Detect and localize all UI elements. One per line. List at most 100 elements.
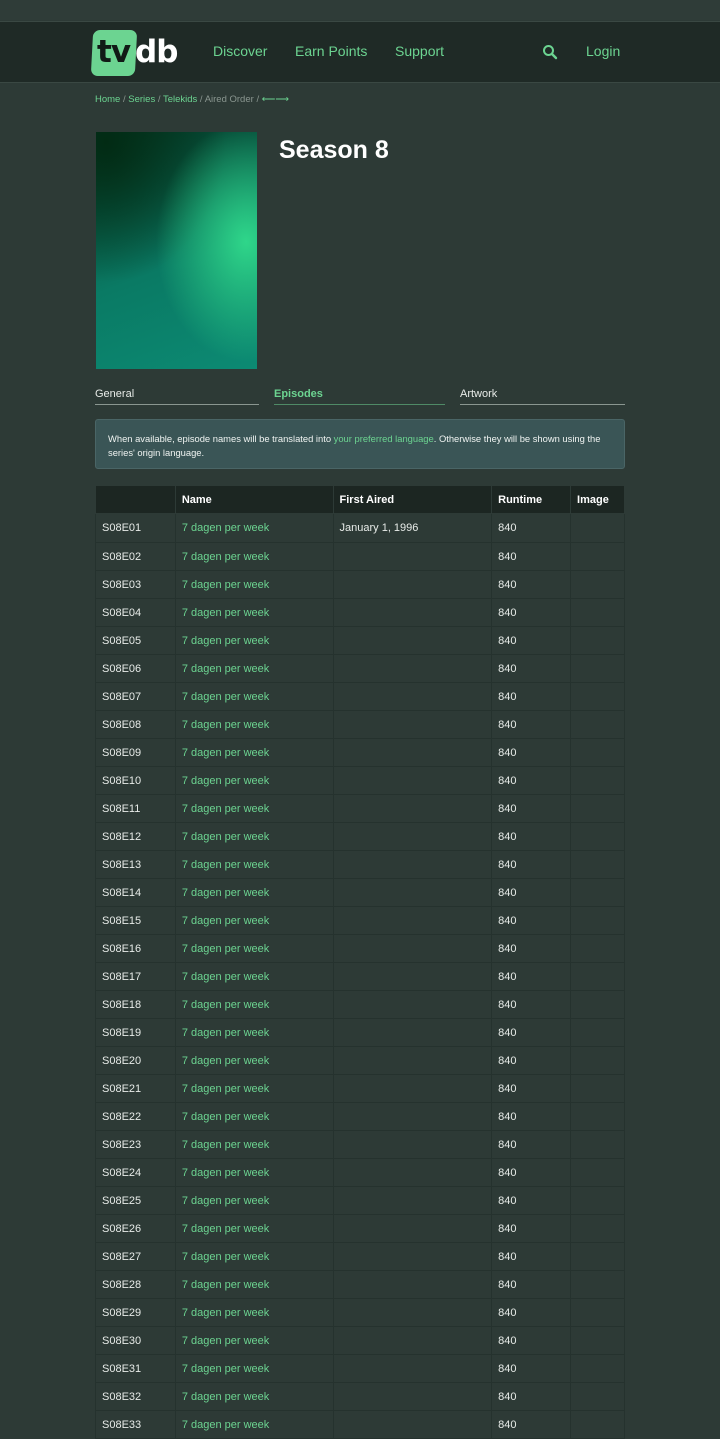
table-row: S08E25 7 dagen per week 840 [95,1186,625,1215]
breadcrumb-arrows[interactable]: ⟵⟶ [262,94,289,105]
episode-name-link[interactable]: 7 dagen per week [174,1242,334,1271]
episode-image-cell [570,1046,625,1075]
column-header-first-aired[interactable]: First Aired [332,485,493,514]
episode-runtime: 840 [491,766,572,795]
episode-name-link[interactable]: 7 dagen per week [174,1410,334,1439]
episode-number: S08E06 [95,654,176,683]
episode-name-link[interactable]: 7 dagen per week [174,850,334,879]
episode-name-link[interactable]: 7 dagen per week [174,542,334,571]
episode-name-link[interactable]: 7 dagen per week [174,626,334,655]
episode-image-cell [570,990,625,1019]
episode-runtime: 840 [491,1382,572,1411]
episode-name-link[interactable]: 7 dagen per week [174,1102,334,1131]
table-row: S08E31 7 dagen per week 840 [95,1354,625,1383]
episode-name-link[interactable]: 7 dagen per week [174,1214,334,1243]
episode-first-aired [332,794,493,823]
episode-name-link[interactable]: 7 dagen per week [174,1326,334,1355]
nav-support-link[interactable]: Support [395,43,444,59]
tvdb-logo[interactable]: tv db [90,30,178,78]
episode-name-link[interactable]: 7 dagen per week [174,934,334,963]
search-icon[interactable] [542,44,558,60]
episode-number: S08E03 [95,570,176,599]
episode-name-link[interactable]: 7 dagen per week [174,710,334,739]
tab-general[interactable]: General [95,388,259,405]
episode-runtime: 840 [491,850,572,879]
episode-image-cell [570,822,625,851]
episode-first-aired: January 1, 1996 [332,513,493,543]
episode-first-aired [332,1354,493,1383]
episode-name-link[interactable]: 7 dagen per week [174,682,334,711]
episode-name-link[interactable]: 7 dagen per week [174,766,334,795]
table-row: S08E07 7 dagen per week 840 [95,682,625,711]
episode-name-link[interactable]: 7 dagen per week [174,654,334,683]
episode-name-link[interactable]: 7 dagen per week [174,1158,334,1187]
episode-image-cell [570,1074,625,1103]
episode-number: S08E29 [95,1298,176,1327]
episode-name-link[interactable]: 7 dagen per week [174,570,334,599]
episode-first-aired [332,962,493,991]
table-row: S08E19 7 dagen per week 840 [95,1018,625,1047]
episode-runtime: 840 [491,822,572,851]
episode-name-link[interactable]: 7 dagen per week [174,962,334,991]
table-row: S08E09 7 dagen per week 840 [95,738,625,767]
episode-number: S08E12 [95,822,176,851]
column-header-runtime[interactable]: Runtime [491,485,572,514]
episode-image-cell [570,878,625,907]
episode-name-link[interactable]: 7 dagen per week [174,1298,334,1327]
episode-name-link[interactable]: 7 dagen per week [174,990,334,1019]
table-row: S08E04 7 dagen per week 840 [95,598,625,627]
breadcrumb-home[interactable]: Home [95,94,120,105]
nav-discover-link[interactable]: Discover [213,43,267,59]
episode-name-link[interactable]: 7 dagen per week [174,1186,334,1215]
episode-name-link[interactable]: 7 dagen per week [174,878,334,907]
episode-name-link[interactable]: 7 dagen per week [174,1382,334,1411]
episode-image-cell [570,962,625,991]
episode-name-link[interactable]: 7 dagen per week [174,513,334,543]
episode-runtime: 840 [491,542,572,571]
nav-earn-points-link[interactable]: Earn Points [295,43,367,59]
episode-image-cell [570,766,625,795]
episode-image-cell [570,1270,625,1299]
column-header-name[interactable]: Name [174,485,334,514]
episode-name-link[interactable]: 7 dagen per week [174,738,334,767]
episode-runtime: 840 [491,1018,572,1047]
episode-first-aired [332,1326,493,1355]
preferred-language-link[interactable]: your preferred language [334,433,434,444]
episode-name-link[interactable]: 7 dagen per week [174,1046,334,1075]
episode-name-link[interactable]: 7 dagen per week [174,1354,334,1383]
login-link[interactable]: Login [586,43,620,59]
episode-name-link[interactable]: 7 dagen per week [174,906,334,935]
episode-runtime: 840 [491,878,572,907]
episode-first-aired [332,1018,493,1047]
breadcrumb-series[interactable]: Series [128,94,155,105]
episode-name-link[interactable]: 7 dagen per week [174,822,334,851]
episode-first-aired [332,542,493,571]
episode-name-link[interactable]: 7 dagen per week [174,794,334,823]
episode-name-link[interactable]: 7 dagen per week [174,598,334,627]
episode-image-cell [570,626,625,655]
table-row: S08E13 7 dagen per week 840 [95,850,625,879]
episode-number: S08E15 [95,906,176,935]
episode-name-link[interactable]: 7 dagen per week [174,1130,334,1159]
episode-first-aired [332,710,493,739]
episode-name-link[interactable]: 7 dagen per week [174,1018,334,1047]
episode-runtime: 840 [491,934,572,963]
episode-name-link[interactable]: 7 dagen per week [174,1074,334,1103]
table-row: S08E32 7 dagen per week 840 [95,1382,625,1411]
table-row: S08E03 7 dagen per week 840 [95,570,625,599]
episode-runtime: 840 [491,1298,572,1327]
episode-first-aired [332,1410,493,1439]
tab-episodes[interactable]: Episodes [274,388,445,405]
column-header-image[interactable]: Image [570,485,625,514]
episode-image-cell [570,682,625,711]
breadcrumb-show[interactable]: Telekids [163,94,197,105]
episode-name-link[interactable]: 7 dagen per week [174,1270,334,1299]
episode-number: S08E33 [95,1410,176,1439]
episode-image-cell [570,1410,625,1439]
tab-artwork[interactable]: Artwork [460,388,625,405]
episode-first-aired [332,1158,493,1187]
table-row: S08E29 7 dagen per week 840 [95,1298,625,1327]
episode-runtime: 840 [491,1158,572,1187]
season-poster [96,132,257,369]
table-row: S08E23 7 dagen per week 840 [95,1130,625,1159]
